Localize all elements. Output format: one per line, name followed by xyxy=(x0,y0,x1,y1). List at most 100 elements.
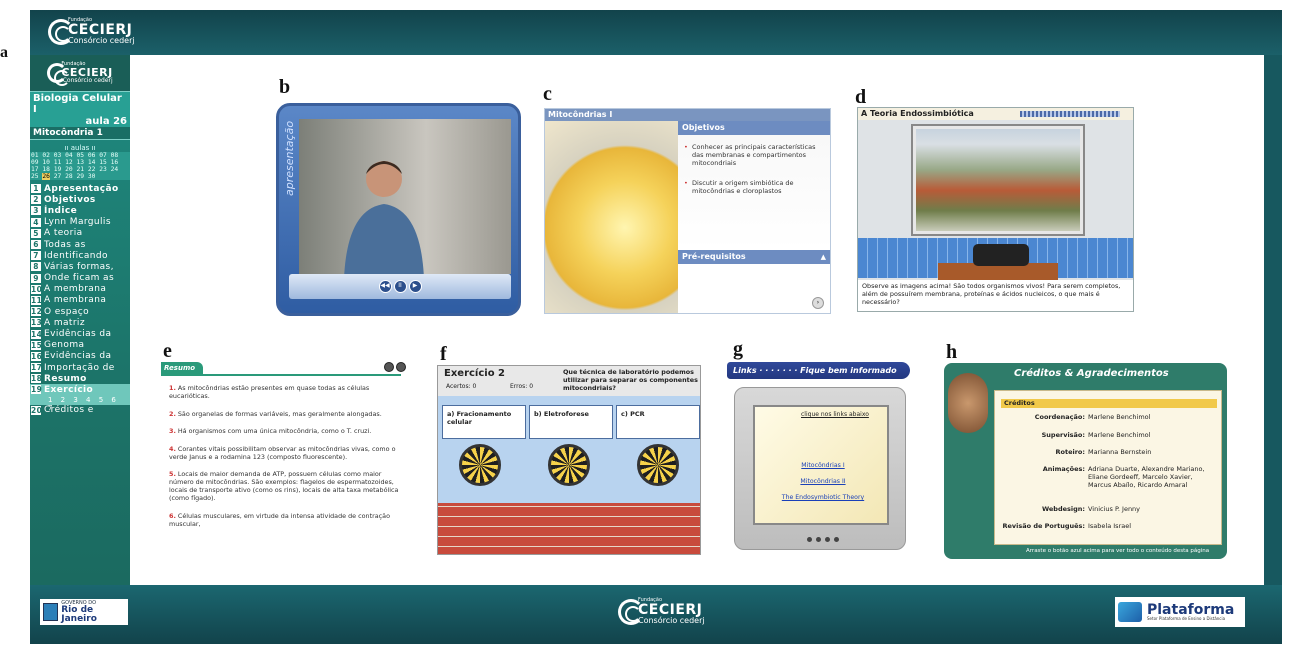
sidebar-item[interactable]: 5A teoria xyxy=(30,228,130,239)
sidebar: Fundação CECIERJ Consórcio cederj Biologia… xyxy=(30,55,130,585)
credit-row: Webdesign: Vinicius P. Jenny xyxy=(1041,505,1141,513)
link-mitocondrias-1[interactable]: Mitocôndrias I xyxy=(755,462,891,469)
links-panel: Links · · · · · · · Fique bem informado … xyxy=(727,362,910,555)
rio-de-janeiro-logo: GOVERNO DO Rio de Janeiro xyxy=(40,599,128,625)
play-icon[interactable]: ▶ xyxy=(408,280,422,293)
sidebar-item[interactable]: 12 O espaço xyxy=(30,306,130,317)
resumo-list: 1. As mitocôndrias estão presentes em qua… xyxy=(169,384,401,537)
sidebar-item[interactable]: 10 A membrana xyxy=(30,284,130,295)
resumo-item: 3. Há organismos com uma única mitocôndri… xyxy=(169,427,372,435)
exercicio-panel: Exercício 2 Acertos: 0 Erros: 0 Que técn… xyxy=(437,365,701,555)
prerequisitos-heading[interactable]: Pré-requisitos ▲ xyxy=(678,250,830,264)
figure-label-g: g xyxy=(733,338,743,360)
target-b-icon[interactable] xyxy=(548,444,590,486)
sidebar-item[interactable]: 14 Evidências da xyxy=(30,328,130,339)
objetivos-heading[interactable]: Objetivos xyxy=(678,121,830,135)
video-label: apresentação xyxy=(283,120,296,196)
exercise-question: Que técnica de laboratório podemos utili… xyxy=(563,368,698,392)
links-instruction: clique nos links abaixo xyxy=(801,411,869,418)
sidebar-item[interactable]: 4 Lynn Margulis xyxy=(30,217,130,228)
resumo-panel: Resumo 1. As mitocôndrias estão presentes… xyxy=(161,360,408,560)
figure-label-d: d xyxy=(855,86,867,108)
resumo-item: 2. São organelas de formas variáveis, mas… xyxy=(169,409,382,418)
objetivos-list: Conhecer as principais características d… xyxy=(678,135,830,250)
sidebar-item[interactable]: 1 Apresentação xyxy=(30,183,130,194)
prev-page-icon[interactable] xyxy=(384,362,394,372)
top-bar: Fundação CECIERJ Consórcio cederj xyxy=(30,10,1282,55)
figure-label-b: b xyxy=(279,76,291,98)
sidebar-item[interactable]: 19 Exercício xyxy=(30,384,130,396)
aulas-grid[interactable]: 01 02 03 04 05 06 07 08 09 10 11 12 13 1… xyxy=(30,152,130,180)
next-page-icon[interactable] xyxy=(396,362,406,372)
figure-label-a: a xyxy=(0,44,8,61)
monitor-buttons xyxy=(775,534,871,544)
sidebar-item[interactable]: 6 Todas as xyxy=(30,239,130,250)
cecierj-logo: Fundação CECIERJ Consórcio cederj xyxy=(48,18,135,45)
course-title: Biologia Celular I xyxy=(30,91,130,116)
footer-bar: GOVERNO DO Rio de Janeiro Fundação CECIERJ… xyxy=(30,585,1282,644)
sidebar-item[interactable]: 18 Resumo xyxy=(30,373,130,384)
microscope-base xyxy=(973,244,1029,266)
creditos-panel: Créditos & Agradecimentos Créditos Coord… xyxy=(944,363,1227,559)
creditos-footer: Arraste o botão azul acima para ver todo… xyxy=(1026,548,1210,554)
sidebar-item[interactable]: 15 Genoma xyxy=(30,340,130,351)
sidebar-item[interactable]: 17 Importação de xyxy=(30,362,130,373)
monitor: clique nos links abaixo Mitocôndrias I M… xyxy=(734,387,906,550)
sidebar-item[interactable]: 8 Várias formas, xyxy=(30,261,130,272)
lesson-topic: Mitocôndria 1 xyxy=(30,127,130,140)
sidebar-item[interactable]: 9 Onde ficam as xyxy=(30,273,130,284)
rewind-icon[interactable]: ◀◀ xyxy=(378,280,392,293)
sidebar-item[interactable]: 13 A matriz xyxy=(30,317,130,328)
target-c-icon[interactable] xyxy=(637,444,679,486)
sidebar-item[interactable]: 3 Índice xyxy=(30,205,130,216)
resumo-item: 5. Locais de maior demanda de ATP, possue… xyxy=(169,470,399,502)
option-a-button[interactable]: a) Fracionamento celular xyxy=(442,405,526,439)
figure-label-h: h xyxy=(946,341,958,363)
mitochondria-image xyxy=(545,121,678,313)
panel-c-header: Mitocôndrias I xyxy=(545,109,830,121)
link-endosymbiotic-theory[interactable]: The Endosymbiotic Theory xyxy=(755,494,891,501)
sidebar-item[interactable]: 7 Identificando xyxy=(30,250,130,261)
pottery-image xyxy=(948,373,988,433)
creditos-section: Créditos xyxy=(1001,399,1217,408)
links-banner: Links · · · · · · · Fique bem informado xyxy=(727,362,910,379)
sidebar-item[interactable]: 11 A membrana xyxy=(30,295,130,306)
exercise-title: Exercício 2 xyxy=(444,368,506,379)
credit-row: Revisão de Português: Isabela Israel xyxy=(1002,522,1132,530)
objetivos-panel: Mitocôndrias I Objetivos Conhecer as pri… xyxy=(544,108,831,314)
video-panel: apresentação ◀◀ II ▶ xyxy=(276,103,521,316)
footer-cecierj-logo: Fundação CECIERJ Consórcio cederj xyxy=(618,598,705,625)
link-mitocondrias-2[interactable]: Mitocôndrias II xyxy=(755,478,891,485)
progress-bar[interactable] xyxy=(1020,111,1120,117)
sidebar-item[interactable]: 20 Créditos e xyxy=(30,405,130,416)
target-a-icon[interactable] xyxy=(459,444,501,486)
resumo-tab[interactable]: Resumo xyxy=(161,362,203,374)
aulas-title: ıı aulas ıı xyxy=(64,144,96,152)
credit-row: Roteiro: Marianna Bernstein xyxy=(1055,448,1152,456)
figure-label-f: f xyxy=(440,343,447,365)
brick-wall xyxy=(438,503,700,554)
pause-icon[interactable]: II xyxy=(393,280,407,293)
option-b-button[interactable]: b) Eletroforese xyxy=(529,405,613,439)
creditos-content: Créditos Coordenação: Marlene Benchimol Su… xyxy=(994,390,1222,545)
exercise-subitems[interactable]: 1 2 3 4 5 6 7 xyxy=(30,395,130,412)
credit-row: Animações: Adriana Duarte, Alexandre Mari… xyxy=(1042,465,1205,489)
microscope-image xyxy=(913,126,1083,234)
erros-count: Erros: 0 xyxy=(510,383,534,390)
sidebar-item[interactable]: 2 Objetivos xyxy=(30,194,130,205)
creditos-title: Créditos & Agradecimentos xyxy=(1014,368,1169,379)
expand-arrow-icon[interactable]: ▲ xyxy=(821,250,826,264)
resumo-item: 6. Células musculares, em virtude da inte… xyxy=(169,511,390,528)
credit-row: Supervisão: Marlene Benchimol xyxy=(1041,431,1151,439)
exercise-header: Exercício 2 Acertos: 0 Erros: 0 Que técn… xyxy=(438,366,700,396)
video-frame[interactable] xyxy=(299,119,511,274)
credit-row: Coordenação: Marlene Benchimol xyxy=(1034,413,1151,421)
endossimbiotica-panel: A Teoria Endossimbiótica Observe as imag… xyxy=(857,107,1134,312)
sidebar-logo: Fundação CECIERJ Consórcio cederj xyxy=(30,55,130,91)
sidebar-item[interactable]: 16 Evidências da xyxy=(30,351,130,362)
next-arrow-icon[interactable]: › xyxy=(812,297,824,309)
resumo-item: 1. As mitocôndrias estão presentes em qua… xyxy=(169,384,370,400)
figure-label-c: c xyxy=(543,83,552,105)
option-c-button[interactable]: c) PCR xyxy=(616,405,700,439)
video-controls: ◀◀ II ▶ xyxy=(289,274,511,299)
